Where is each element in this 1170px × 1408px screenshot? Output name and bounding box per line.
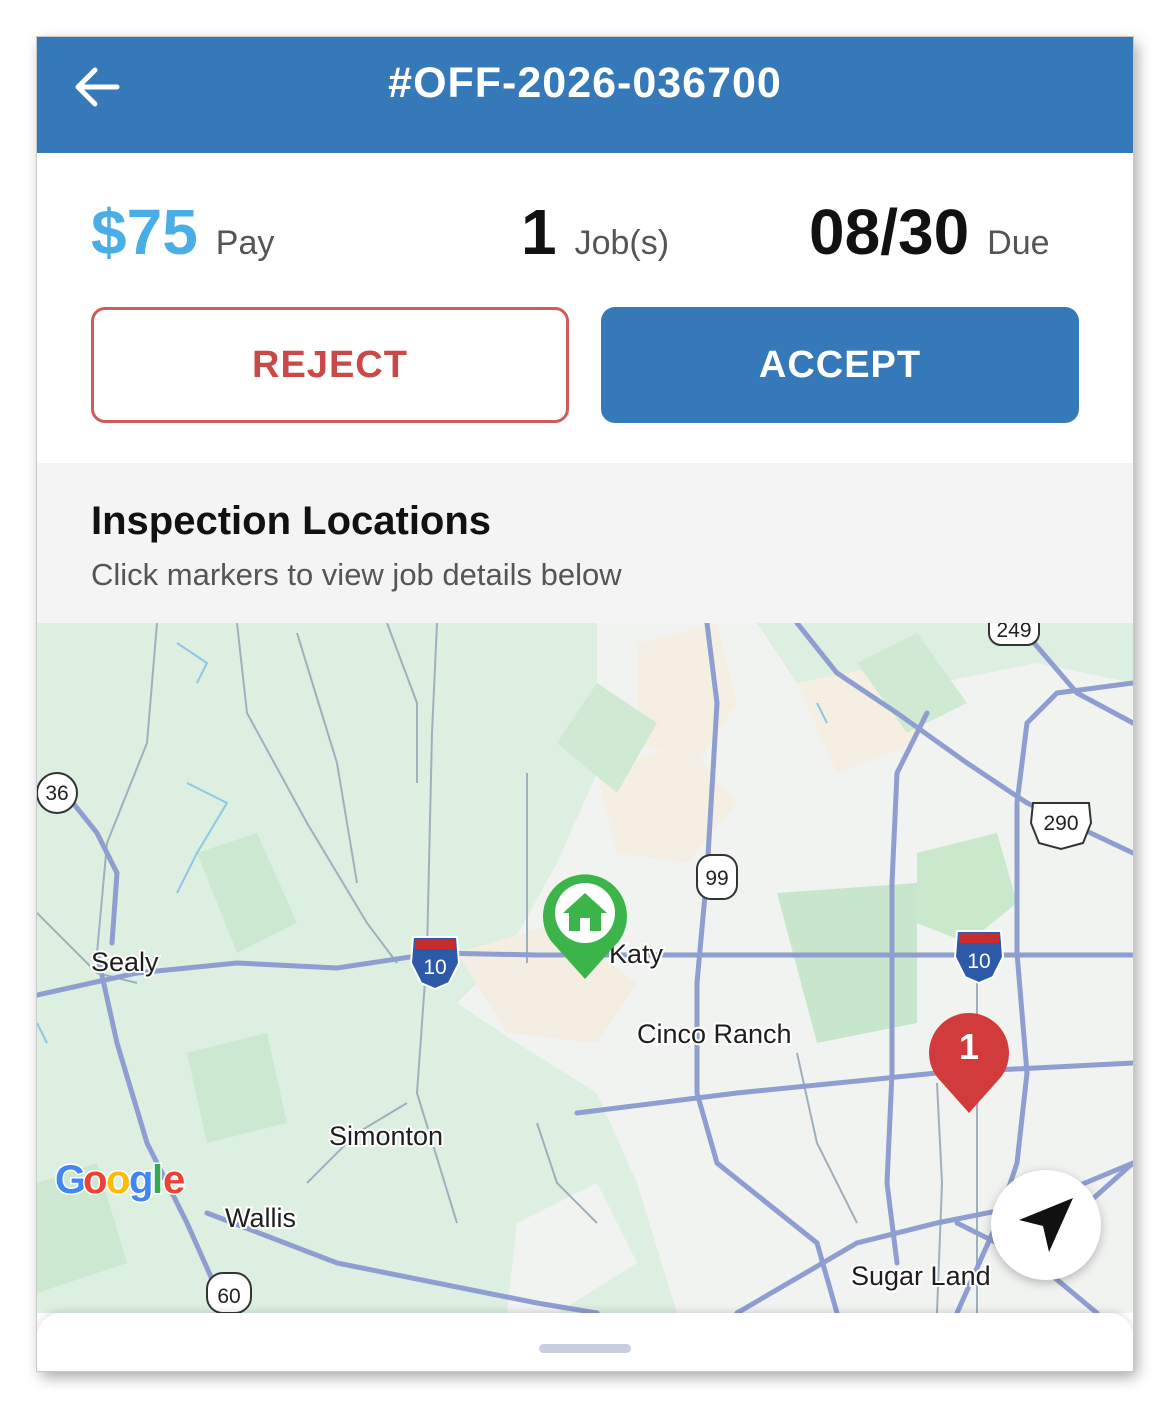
route-shield-99: 99 bbox=[696, 854, 738, 900]
accept-button[interactable]: ACCEPT bbox=[601, 307, 1079, 423]
svg-text:60: 60 bbox=[217, 1285, 240, 1308]
city-label-cinco-ranch: Cinco Ranch bbox=[637, 1019, 792, 1049]
city-label-sugar-land: Sugar Land bbox=[851, 1261, 991, 1291]
city-label-simonton: Simonton bbox=[329, 1121, 443, 1151]
app-bar: #OFF-2026-036700 bbox=[37, 37, 1133, 153]
job-marker-label: 1 bbox=[959, 1026, 979, 1067]
svg-text:36: 36 bbox=[45, 782, 68, 805]
jobs-stat: 1 Job(s) bbox=[521, 195, 669, 269]
svg-text:o: o bbox=[106, 1158, 130, 1202]
route-shield-60: 60 bbox=[206, 1272, 252, 1313]
svg-text:290: 290 bbox=[1043, 812, 1078, 835]
reject-button[interactable]: REJECT bbox=[91, 307, 569, 423]
sheet-drag-handle[interactable] bbox=[539, 1344, 631, 1353]
due-label: Due bbox=[987, 224, 1050, 262]
jobs-value: 1 bbox=[521, 196, 557, 268]
inspection-locations-header: Inspection Locations Click markers to vi… bbox=[37, 463, 1133, 623]
svg-text:g: g bbox=[129, 1158, 153, 1202]
pay-value: $75 bbox=[91, 196, 198, 268]
order-number-title: #OFF-2026-036700 bbox=[388, 59, 782, 107]
job-details-sheet[interactable] bbox=[37, 1313, 1133, 1371]
svg-text:10: 10 bbox=[423, 956, 446, 979]
section-title: Inspection Locations bbox=[91, 499, 492, 543]
svg-text:10: 10 bbox=[967, 950, 990, 973]
recenter-location-button[interactable] bbox=[991, 1170, 1101, 1280]
navigation-arrow-icon bbox=[1019, 1198, 1073, 1252]
due-stat: 08/30 Due bbox=[809, 195, 1050, 269]
svg-text:G: G bbox=[55, 1158, 86, 1202]
map-view[interactable]: 249 36 290 99 10 10 60 Sealy Katy Cinco … bbox=[37, 623, 1133, 1313]
jobs-label: Job(s) bbox=[574, 224, 670, 262]
route-shield-290: 290 bbox=[1029, 802, 1093, 851]
city-label-wallis: Wallis bbox=[225, 1203, 296, 1233]
app-screen: #OFF-2026-036700 $75 Pay 1 Job(s) 08/30 … bbox=[37, 37, 1133, 1371]
offer-summary: $75 Pay 1 Job(s) 08/30 Due REJECT ACCEPT bbox=[37, 153, 1133, 463]
google-logo: G o o g l e bbox=[54, 1157, 187, 1204]
svg-text:99: 99 bbox=[705, 867, 728, 890]
city-label-sealy: Sealy bbox=[91, 947, 159, 977]
route-shield-36: 36 bbox=[37, 772, 78, 814]
svg-text:o: o bbox=[83, 1158, 107, 1202]
route-shield-249: 249 bbox=[988, 623, 1040, 646]
due-value: 08/30 bbox=[809, 196, 970, 268]
svg-text:e: e bbox=[163, 1158, 185, 1202]
city-label-katy: Katy bbox=[609, 939, 664, 969]
map-canvas[interactable]: 249 36 290 99 10 10 60 Sealy Katy Cinco … bbox=[37, 623, 1133, 1313]
svg-text:l: l bbox=[152, 1158, 163, 1202]
section-subtitle: Click markers to view job details below bbox=[91, 557, 622, 592]
pay-stat: $75 Pay bbox=[91, 195, 274, 269]
svg-text:249: 249 bbox=[996, 623, 1031, 642]
pay-label: Pay bbox=[215, 224, 275, 262]
